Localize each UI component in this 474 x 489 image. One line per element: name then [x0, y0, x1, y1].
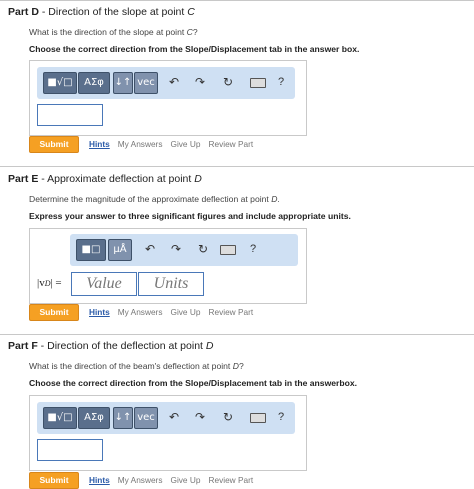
my-answers-link[interactable]: My Answers: [118, 139, 163, 149]
part-d-submit-button[interactable]: Submit: [29, 136, 79, 153]
undo-icon[interactable]: ↶: [165, 72, 183, 92]
keyboard-icon[interactable]: [250, 413, 266, 423]
arrows-button[interactable]: ↓↑: [113, 72, 133, 94]
part-f-links: Hints My Answers Give Up Review Part: [89, 475, 261, 485]
part-f-question: What is the direction of the beam's defl…: [29, 361, 244, 371]
part-d-answer-box: ■√□ AΣφ ↓↑ vec ↶ ↷ ↻ ?: [29, 60, 307, 136]
templates-button[interactable]: ■√□: [43, 72, 77, 94]
divider-part-e: [0, 166, 474, 167]
part-e-question: Determine the magnitude of the approxima…: [29, 194, 280, 204]
part-f-title: Part F - Direction of the deflection at …: [8, 340, 214, 352]
part-d-question: What is the direction of the slope at po…: [29, 27, 198, 37]
greek-button[interactable]: AΣφ: [78, 407, 110, 429]
part-d-instruction: Choose the correct direction from the Sl…: [29, 44, 360, 54]
part-e-links: Hints My Answers Give Up Review Part: [89, 307, 261, 317]
my-answers-link[interactable]: My Answers: [118, 475, 163, 485]
help-icon[interactable]: ?: [246, 239, 260, 259]
vec-button[interactable]: vec: [134, 407, 158, 429]
units-templates-button[interactable]: ■□: [76, 239, 106, 261]
part-e-instruction: Express your answer to three significant…: [29, 211, 351, 221]
redo-icon[interactable]: ↷: [191, 72, 209, 92]
part-d-answer-input[interactable]: [37, 104, 103, 126]
help-icon[interactable]: ?: [274, 407, 288, 427]
hints-link[interactable]: Hints: [89, 475, 110, 485]
arrows-button[interactable]: ↓↑: [113, 407, 133, 429]
mu-a-button[interactable]: μÅ: [108, 239, 132, 261]
value-label: |vD| =: [37, 277, 62, 289]
give-up-link[interactable]: Give Up: [170, 475, 200, 485]
review-part-link[interactable]: Review Part: [208, 139, 253, 149]
review-part-link[interactable]: Review Part: [208, 475, 253, 485]
part-d-title: Part D - Direction of the slope at point…: [8, 6, 195, 18]
reset-icon[interactable]: ↻: [219, 407, 237, 427]
reset-icon[interactable]: ↻: [194, 239, 212, 259]
value-input[interactable]: Value: [71, 272, 137, 296]
review-part-link[interactable]: Review Part: [208, 307, 253, 317]
part-e-submit-button[interactable]: Submit: [29, 304, 79, 321]
part-f-submit-button[interactable]: Submit: [29, 472, 79, 489]
part-f-toolbar: ■√□ AΣφ ↓↑ vec ↶ ↷ ↻ ?: [37, 402, 295, 434]
part-d-toolbar: ■√□ AΣφ ↓↑ vec ↶ ↷ ↻ ?: [37, 67, 295, 99]
part-e-title: Part E - Approximate deflection at point…: [8, 173, 202, 185]
give-up-link[interactable]: Give Up: [170, 139, 200, 149]
divider-part-f: [0, 334, 474, 335]
part-f-answer-box: ■√□ AΣφ ↓↑ vec ↶ ↷ ↻ ?: [29, 395, 307, 471]
part-d-links: Hints My Answers Give Up Review Part: [89, 139, 261, 149]
undo-icon[interactable]: ↶: [141, 239, 159, 259]
part-f-answer-input[interactable]: [37, 439, 103, 461]
greek-button[interactable]: AΣφ: [78, 72, 110, 94]
keyboard-icon[interactable]: [220, 245, 236, 255]
templates-button[interactable]: ■√□: [43, 407, 77, 429]
reset-icon[interactable]: ↻: [219, 72, 237, 92]
part-e-answer-box: ■□ μÅ ↶ ↷ ↻ ? |vD| = Value Units: [29, 228, 307, 304]
vec-button[interactable]: vec: [134, 72, 158, 94]
hints-link[interactable]: Hints: [89, 307, 110, 317]
keyboard-icon[interactable]: [250, 78, 266, 88]
hints-link[interactable]: Hints: [89, 139, 110, 149]
my-answers-link[interactable]: My Answers: [118, 307, 163, 317]
help-icon[interactable]: ?: [274, 72, 288, 92]
undo-icon[interactable]: ↶: [165, 407, 183, 427]
divider-top: [0, 0, 474, 1]
part-e-toolbar: ■□ μÅ ↶ ↷ ↻ ?: [70, 234, 298, 266]
part-f-instruction: Choose the correct direction from the Sl…: [29, 378, 358, 388]
redo-icon[interactable]: ↷: [191, 407, 209, 427]
give-up-link[interactable]: Give Up: [170, 307, 200, 317]
redo-icon[interactable]: ↷: [167, 239, 185, 259]
units-input[interactable]: Units: [138, 272, 204, 296]
